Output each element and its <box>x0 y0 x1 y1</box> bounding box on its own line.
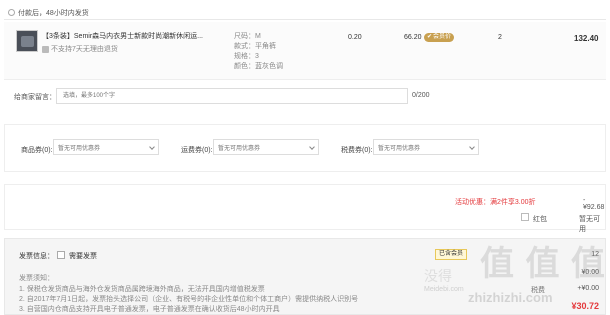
discount-value: 0.20 <box>348 34 362 41</box>
watermark-site: Meidebi.com <box>424 286 464 293</box>
tax-fee-value: +¥0.00 <box>577 285 599 292</box>
item-subtotal: 132.40 <box>574 34 599 43</box>
invoice-notice-line: 2. 自2017年7月1日起，发票抬头选择公司（企业、有税号的非企业性单位和个体… <box>19 296 359 303</box>
tax-coupon-select[interactable]: 暂无可用优惠券 <box>373 139 479 155</box>
clock-icon <box>8 9 15 16</box>
watermark-url: zhizhizhi.com <box>468 290 553 305</box>
vip-price-badge: ✔ 会员价 <box>424 33 455 42</box>
chevron-down-icon <box>469 144 475 150</box>
unit-price: 66.20 <box>404 34 422 41</box>
chevron-down-icon <box>309 144 315 150</box>
final-payment-amount: ¥30.72 <box>571 301 599 311</box>
return-policy-note: 不支持7天无理由退货 <box>42 44 118 54</box>
promotion-amount: -¥92.68 <box>583 197 605 211</box>
shipping-notice-bar: 付款后，48小时内发货 <box>4 6 606 20</box>
message-char-counter: 0/200 <box>412 92 430 99</box>
promotion-text: 活动优惠：满2件享3.00折 <box>455 199 536 206</box>
promotion-section: 活动优惠：满2件享3.00折 -¥92.68 红包 暂无可用 <box>4 184 606 233</box>
spec-size: 尺码：M <box>234 33 261 40</box>
shipping-coupon-label: 运费券(0): <box>181 147 213 154</box>
hongbao-checkbox[interactable] <box>521 213 529 221</box>
return-policy-text: 不支持7天无理由退货 <box>51 46 118 53</box>
watermark-text: 没得 <box>424 268 452 284</box>
message-input[interactable] <box>56 88 408 104</box>
tax-coupon-value: 暂无可用优惠券 <box>378 145 421 152</box>
need-invoice-checkbox[interactable] <box>57 251 65 259</box>
hongbao-status: 暂无可用 <box>579 216 600 233</box>
shipping-notice-text: 付款后，48小时内发货 <box>18 10 89 17</box>
tax-coupon-label: 税费券(0): <box>341 147 373 154</box>
quantity-value: 2 <box>498 34 502 41</box>
shipping-coupon-select[interactable]: 暂无可用优惠券 <box>213 139 319 155</box>
product-row: 【3条装】Semir森马内衣男士新款时尚潮新休闲运... 不支持7天无理由退货 … <box>4 22 606 80</box>
invoice-notice-line: 3. 自营国内仓商品支持开具电子普通发票，电子普通发票在确认收货后48小时内开具 <box>19 306 280 313</box>
check-icon: ✔ <box>427 34 433 40</box>
coupon-section: 商品券(0): 暂无可用优惠券 运费券(0): 暂无可用优惠券 税费券(0): … <box>4 124 606 172</box>
tax-included-tag: 已含会员 <box>435 249 468 260</box>
invoice-notice-line: 1. 保税仓发货商品与海外仓发货商品属跨境海外商品，无法开具国内增值税发票 <box>19 286 265 293</box>
product-coupon-value: 暂无可用优惠券 <box>58 145 101 152</box>
product-thumbnail[interactable] <box>16 30 38 52</box>
vip-badge-label: 会员价 <box>433 34 452 40</box>
hongbao-label: 红包 <box>533 216 547 223</box>
invoice-notice-title: 发票须知： <box>19 275 54 282</box>
watermark-logo: 值 值 值 <box>480 245 606 283</box>
chevron-down-icon <box>149 144 155 150</box>
spec-color: 颜色：蓝灰色调 <box>234 63 283 70</box>
spec-style: 款式：平角裤 <box>234 43 276 50</box>
product-coupon-label: 商品券(0): <box>21 147 53 154</box>
no-return-icon <box>42 45 49 53</box>
invoice-title: 发票信息： <box>19 253 54 260</box>
spec-pack: 规格：3 <box>234 53 259 60</box>
need-invoice-label: 需要发票 <box>69 253 97 260</box>
message-label: 给商家留言： <box>14 94 56 101</box>
product-title-link[interactable]: 【3条装】Semir森马内衣男士新款时尚潮新休闲运... <box>42 31 222 41</box>
shipping-coupon-value: 暂无可用优惠券 <box>218 145 261 152</box>
product-coupon-select[interactable]: 暂无可用优惠券 <box>53 139 159 155</box>
